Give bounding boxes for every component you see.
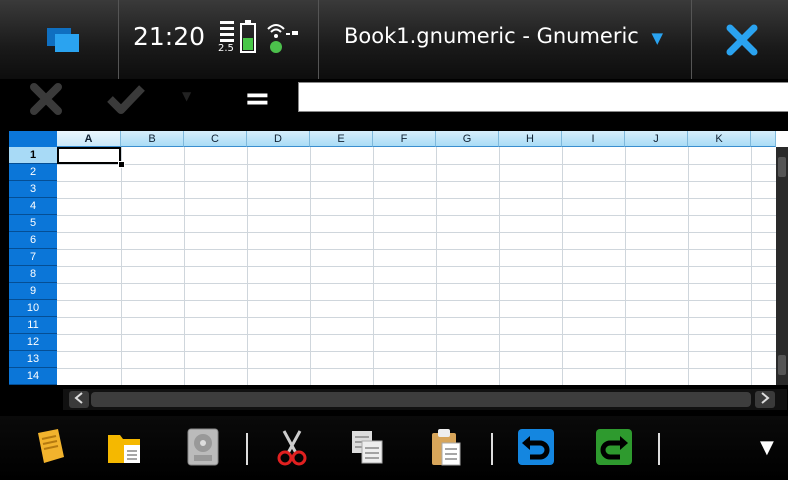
select-all-corner[interactable] <box>9 131 57 147</box>
redo-icon <box>596 429 632 465</box>
close-button[interactable] <box>722 20 762 60</box>
grid-line <box>57 266 776 267</box>
cancel-x-icon <box>30 83 62 115</box>
column-header-K[interactable]: K <box>688 131 751 147</box>
scroll-up-icon[interactable] <box>778 157 786 177</box>
row-header-13[interactable]: 13 <box>9 351 57 368</box>
row-header-11[interactable]: 11 <box>9 317 57 334</box>
close-icon <box>726 24 758 56</box>
grid-line <box>57 198 776 199</box>
save-button[interactable] <box>182 425 226 469</box>
grid-line <box>57 368 776 369</box>
grid-line <box>57 300 776 301</box>
column-header-J[interactable]: J <box>625 131 688 147</box>
fill-handle[interactable] <box>118 161 125 168</box>
cut-button[interactable] <box>270 425 314 469</box>
dropdown-arrow-icon: ▼ <box>182 89 192 103</box>
toolbar-separator <box>246 433 248 465</box>
column-header-F[interactable]: F <box>373 131 436 147</box>
toolbar-separator <box>658 433 660 465</box>
horizontal-scroll-thumb[interactable] <box>91 392 751 407</box>
paste-icon <box>432 429 461 466</box>
checkmark-icon <box>107 85 145 114</box>
column-header-G[interactable]: G <box>436 131 499 147</box>
battery-level-label: 2.5 <box>218 43 234 54</box>
grid-line <box>57 351 776 352</box>
cut-scissors-icon <box>277 430 307 466</box>
grid-line <box>57 232 776 233</box>
scroll-right-button[interactable] <box>755 391 775 408</box>
redo-button[interactable] <box>592 425 636 469</box>
grid-line <box>57 317 776 318</box>
row-header-12[interactable]: 12 <box>9 334 57 351</box>
equals-symbol: = <box>244 79 271 117</box>
toolbar-separator <box>491 433 493 465</box>
row-header-10[interactable]: 10 <box>9 300 57 317</box>
window-title-text: Book1.gnumeric - Gnumeric <box>344 24 639 48</box>
open-file-button[interactable] <box>104 425 148 469</box>
cancel-edit-button[interactable] <box>28 81 64 117</box>
column-header-C[interactable]: C <box>184 131 247 147</box>
row-header-7[interactable]: 7 <box>9 249 57 266</box>
grid-line <box>57 215 776 216</box>
column-header-E[interactable]: E <box>310 131 373 147</box>
chevron-right-icon <box>761 392 770 404</box>
row-header-3[interactable]: 3 <box>9 181 57 198</box>
function-dropdown-button[interactable]: ▼ <box>182 89 191 103</box>
active-cell-A1[interactable] <box>57 147 121 164</box>
undo-icon <box>518 429 554 465</box>
vertical-scrollbar[interactable] <box>776 147 788 385</box>
undo-button[interactable] <box>514 425 558 469</box>
new-document-button[interactable] <box>28 425 72 469</box>
equals-button[interactable]: = <box>244 79 271 117</box>
spreadsheet-grid[interactable]: A B C D E F G H I J K 1 2 3 4 5 6 7 8 9 … <box>9 131 788 385</box>
clock: 21:20 <box>133 22 206 51</box>
row-header-8[interactable]: 8 <box>9 266 57 283</box>
column-header-H[interactable]: H <box>499 131 562 147</box>
wifi-signal-icon <box>267 24 298 53</box>
accept-edit-button[interactable] <box>106 83 146 117</box>
column-header-overflow <box>751 131 776 147</box>
row-header-2[interactable]: 2 <box>9 164 57 181</box>
scroll-down-icon[interactable] <box>778 355 786 375</box>
save-disk-icon <box>187 428 219 466</box>
grid-line <box>57 164 776 165</box>
status-bar: 21:20 2.5 Book1.gnumeric - Gnumeric ▼ <box>0 0 788 79</box>
window-menu-arrow-icon: ▼ <box>651 29 664 47</box>
grid-line <box>57 334 776 335</box>
column-header-A[interactable]: A <box>57 131 121 147</box>
grid-line <box>57 181 776 182</box>
window-title[interactable]: Book1.gnumeric - Gnumeric ▼ <box>344 24 663 48</box>
column-header-B[interactable]: B <box>121 131 184 147</box>
task-switcher-button[interactable] <box>40 20 85 60</box>
horizontal-scrollbar[interactable] <box>63 389 787 410</box>
column-header-D[interactable]: D <box>247 131 310 147</box>
more-arrow-icon: ▼ <box>760 437 774 458</box>
more-actions-button[interactable]: ▼ <box>760 437 774 458</box>
row-header-5[interactable]: 5 <box>9 215 57 232</box>
row-header-14[interactable]: 14 <box>9 368 57 385</box>
row-header-4[interactable]: 4 <box>9 198 57 215</box>
row-header-9[interactable]: 9 <box>9 283 57 300</box>
column-header-I[interactable]: I <box>562 131 625 147</box>
row-header-1[interactable]: 1 <box>9 147 57 164</box>
grid-line <box>57 249 776 250</box>
open-folder-icon <box>108 435 140 463</box>
copy-icon <box>352 431 383 464</box>
new-document-icon <box>38 429 64 463</box>
formula-input[interactable] <box>298 82 788 112</box>
connectivity-indicator[interactable] <box>262 20 302 56</box>
scroll-left-button[interactable] <box>69 391 89 408</box>
chevron-left-icon <box>74 392 83 404</box>
grid-line <box>57 283 776 284</box>
paste-button[interactable] <box>424 425 468 469</box>
row-header-6[interactable]: 6 <box>9 232 57 249</box>
task-switcher-icon <box>47 28 79 52</box>
copy-button[interactable] <box>346 425 390 469</box>
